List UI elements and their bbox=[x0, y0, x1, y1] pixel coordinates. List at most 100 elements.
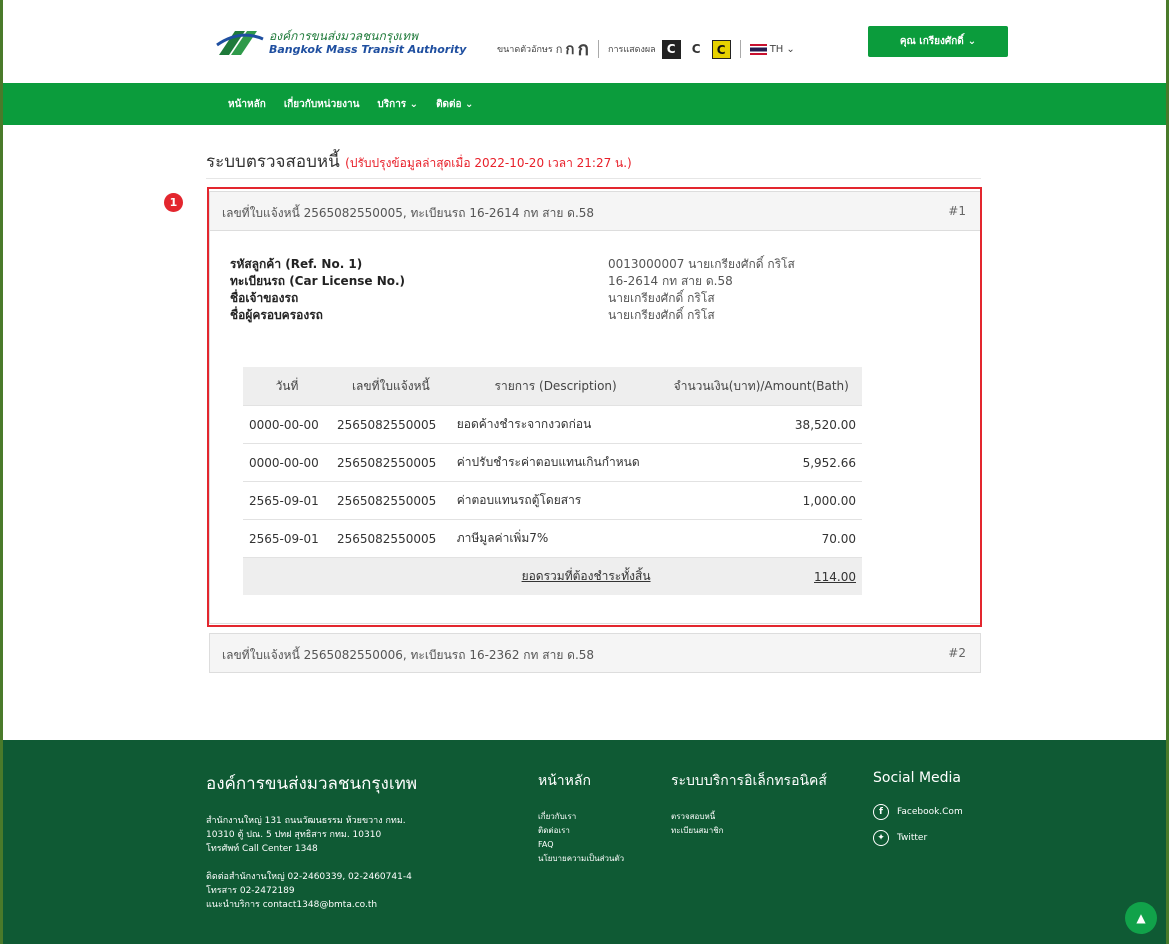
cell-description: ค่าตอบแทนรถตู้โดยสาร bbox=[450, 481, 661, 520]
footer-link-about[interactable]: เกี่ยวกับเรา bbox=[538, 810, 624, 824]
address-line: แนะนำบริการ contact1348@bmta.co.th bbox=[206, 900, 378, 910]
info-label: ชื่อเจ้าของรถ bbox=[230, 291, 299, 305]
cell-invoice-no: 2565082550005 bbox=[330, 519, 451, 558]
chevron-down-icon: ⌄ bbox=[409, 98, 419, 110]
cell-invoice-no: 2565082550005 bbox=[330, 481, 451, 520]
contrast-dark-button[interactable]: C bbox=[661, 39, 681, 59]
divider bbox=[206, 178, 981, 179]
address-line: สำนักงานใหญ่ 131 ถนนวัฒนธรรม ห้วยขวาง กท… bbox=[206, 816, 406, 826]
total-row: ยอดรวมที่ต้องชำระทั้งสิ้น 114.00 bbox=[243, 557, 862, 595]
nav-item-home[interactable]: หน้าหลัก bbox=[228, 97, 266, 112]
thai-flag-icon bbox=[749, 43, 767, 55]
info-value: นายเกรียงศักดิ์ กริโส bbox=[608, 291, 715, 305]
chevron-down-icon: ⌄ bbox=[967, 36, 977, 47]
twitter-link[interactable]: ✦ Twitter bbox=[873, 830, 963, 846]
footer-col-social: Social Media f Facebook.Com ✦ Twitter bbox=[873, 770, 963, 856]
main-nav: หน้าหลัก เกี่ยวกับหน่วยงาน บริการ ⌄ ติดต… bbox=[3, 83, 1166, 125]
total-value: 114.00 bbox=[660, 557, 862, 595]
page-title-text: ระบบตรวจสอบหนี้ bbox=[206, 152, 340, 172]
cell-amount: 5,952.66 bbox=[660, 443, 862, 482]
divider bbox=[739, 40, 741, 58]
address-line bbox=[206, 856, 412, 870]
info-row: รหัสลูกค้า (Ref. No. 1) 0013000007 นายเก… bbox=[230, 256, 795, 273]
col-invoice-no: เลขที่ใบแจ้งหนี้ bbox=[330, 367, 451, 406]
info-label: ทะเบียนรถ (Car License No.) bbox=[230, 274, 406, 288]
contrast-yellow-button[interactable]: C bbox=[711, 39, 731, 59]
nav-item-about[interactable]: เกี่ยวกับหน่วยงาน bbox=[284, 97, 360, 112]
cell-description: ภาษีมูลค่าเพิ่ม7% bbox=[450, 519, 661, 558]
accessibility-tools: ขนาดตัวอักษร ก ก ก การแสดงผล C C C TH ⌄ bbox=[497, 34, 795, 64]
footer-link-privacy[interactable]: นโยบายความเป็นส่วนตัว bbox=[538, 852, 624, 866]
font-size-large[interactable]: ก bbox=[578, 34, 590, 64]
footer-col-title: Social Media bbox=[873, 770, 962, 786]
divider bbox=[598, 40, 600, 58]
info-value: 16-2614 กท สาย ด.58 bbox=[608, 274, 733, 288]
chevron-down-icon: ⌄ bbox=[465, 98, 474, 110]
address-line: ติดต่อสำนักงานใหญ่ 02-2460339, 02-246074… bbox=[206, 872, 412, 882]
footer-link-contact[interactable]: ติดต่อเรา bbox=[538, 824, 624, 838]
cell-invoice-no: 2565082550005 bbox=[330, 443, 451, 482]
twitter-label: Twitter bbox=[897, 833, 928, 843]
info-label: รหัสลูกค้า (Ref. No. 1) bbox=[230, 257, 363, 271]
facebook-label: Facebook.Com bbox=[897, 807, 963, 817]
customer-info: รหัสลูกค้า (Ref. No. 1) 0013000007 นายเก… bbox=[230, 256, 795, 324]
user-name-label: คุณ เกรียงศักดิ์ bbox=[899, 36, 964, 47]
invoice-panel-header[interactable]: เลขที่ใบแจ้งหนี้ 2565082550005, ทะเบียนร… bbox=[210, 192, 980, 231]
contrast-normal-button[interactable]: C bbox=[686, 39, 706, 59]
facebook-link[interactable]: f Facebook.Com bbox=[873, 804, 963, 820]
footer-col-home: หน้าหลัก เกี่ยวกับเรา ติดต่อเรา FAQ นโยบ… bbox=[538, 770, 624, 866]
cell-date: 0000-00-00 bbox=[243, 443, 331, 482]
nav-item-contact[interactable]: ติดต่อ ⌄ bbox=[436, 97, 473, 112]
footer-link-debt-check[interactable]: ตรวจสอบหนี้ bbox=[671, 810, 827, 824]
footer-col-title: ระบบบริการอิเล็กทรอนิคส์ bbox=[671, 773, 827, 789]
font-size-medium[interactable]: ก bbox=[565, 37, 574, 61]
logo-thai-text: องค์การขนส่งมวลชนกรุงเทพ bbox=[269, 29, 418, 43]
footer-col-eservices: ระบบบริการอิเล็กทรอนิคส์ ตรวจสอบหนี้ ทะเ… bbox=[671, 770, 827, 838]
table-row: 2565-09-01 2565082550005 ภาษีมูลค่าเพิ่ม… bbox=[243, 519, 862, 558]
footer-link-faq[interactable]: FAQ bbox=[538, 838, 624, 852]
footer-org-name: องค์การขนส่งมวลชนกรุงเทพ bbox=[206, 774, 418, 794]
invoice-number: #1 bbox=[948, 204, 966, 218]
logo-english-text: Bangkok Mass Transit Authority bbox=[269, 43, 467, 56]
scroll-to-top-button[interactable]: ▲ bbox=[1125, 902, 1157, 934]
footer-address: สำนักงานใหญ่ 131 ถนนวัฒนธรรม ห้วยขวาง กท… bbox=[206, 814, 412, 912]
step-marker: 1 bbox=[164, 193, 183, 212]
footer-link-register[interactable]: ทะเบียนสมาชิก bbox=[671, 824, 827, 838]
chevron-down-icon: ⌄ bbox=[786, 43, 795, 55]
invoice-number: #2 bbox=[948, 646, 966, 660]
font-size-small[interactable]: ก bbox=[556, 40, 563, 58]
total-label: ยอดรวมที่ต้องชำระทั้งสิ้น bbox=[450, 557, 661, 595]
nav-item-contact-label: ติดต่อ bbox=[436, 98, 462, 110]
invoice-panel-2: เลขที่ใบแจ้งหนี้ 2565082550006, ทะเบียนร… bbox=[209, 633, 981, 673]
cell-empty bbox=[330, 557, 451, 595]
invoice-title: เลขที่ใบแจ้งหนี้ 2565082550005, ทะเบียนร… bbox=[222, 206, 595, 220]
cell-invoice-no: 2565082550005 bbox=[330, 405, 451, 444]
info-row: ชื่อเจ้าของรถ นายเกรียงศักดิ์ กริโส bbox=[230, 290, 795, 307]
col-description: รายการ (Description) bbox=[450, 367, 661, 406]
info-value: 0013000007 นายเกรียงศักดิ์ กริโส bbox=[608, 257, 795, 271]
cell-date: 2565-09-01 bbox=[243, 481, 331, 520]
cell-empty bbox=[243, 557, 331, 595]
language-label: TH bbox=[769, 43, 784, 55]
address-line: 10310 ตู้ ปณ. 5 ปทฝ สุทธิสาร กทม. 10310 bbox=[206, 830, 382, 840]
invoice-panel-header[interactable]: เลขที่ใบแจ้งหนี้ 2565082550006, ทะเบียนร… bbox=[210, 634, 980, 672]
font-size-label: ขนาดตัวอักษร bbox=[497, 45, 553, 55]
cell-amount: 38,520.00 bbox=[660, 405, 862, 444]
address-line: โทรศัพท์ Call Center 1348 bbox=[206, 844, 318, 854]
cell-description: ยอดค้างชำระจากงวดก่อน bbox=[450, 405, 661, 444]
user-menu-button[interactable]: คุณ เกรียงศักดิ์ ⌄ bbox=[868, 26, 1008, 57]
table-row: 2565-09-01 2565082550005 ค่าตอบแทนรถตู้โ… bbox=[243, 481, 862, 520]
table-row: 0000-00-00 2565082550005 ค่าปรับชำระค่าต… bbox=[243, 443, 862, 482]
arrow-up-icon: ▲ bbox=[1136, 911, 1146, 925]
update-note: (ปรับปรุงข้อมูลล่าสุดเมื่อ 2022-10-20 เว… bbox=[345, 156, 632, 170]
info-label: ชื่อผู้ครอบครองรถ bbox=[230, 308, 323, 322]
cell-description: ค่าปรับชำระค่าตอบแทนเกินกำหนด bbox=[450, 443, 661, 482]
language-selector[interactable]: TH ⌄ bbox=[749, 43, 795, 55]
info-row: ชื่อผู้ครอบครองรถ นายเกรียงศักดิ์ กริโส bbox=[230, 307, 795, 324]
bmta-logo[interactable]: องค์การขนส่งมวลชนกรุงเทพ Bangkok Mass Tr… bbox=[215, 25, 466, 61]
twitter-icon: ✦ bbox=[873, 830, 889, 846]
cell-amount: 70.00 bbox=[660, 519, 862, 558]
nav-item-services[interactable]: บริการ ⌄ bbox=[377, 97, 418, 112]
page-title: ระบบตรวจสอบหนี้ (ปรับปรุงข้อมูลล่าสุดเมื… bbox=[206, 148, 632, 175]
footer: องค์การขนส่งมวลชนกรุงเทพ สำนักงานใหญ่ 13… bbox=[3, 740, 1166, 944]
